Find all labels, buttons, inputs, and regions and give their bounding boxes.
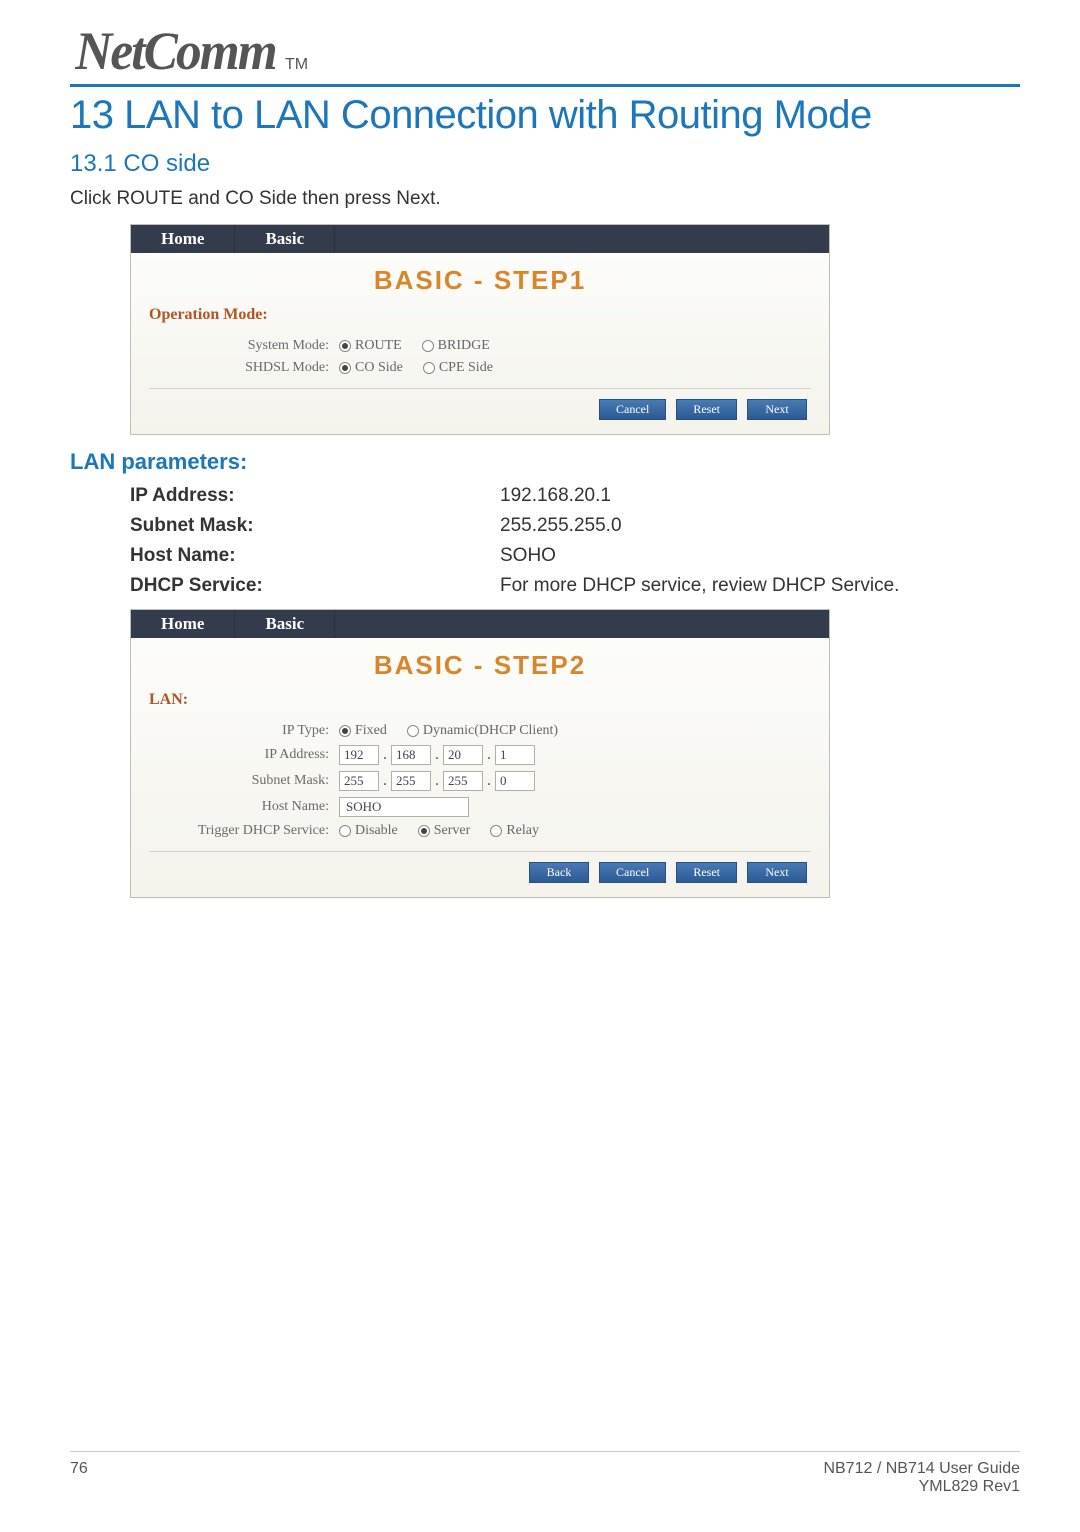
radio-bridge[interactable]: BRIDGE: [422, 338, 490, 354]
host-name-label: Host Name:: [149, 799, 339, 815]
screenshot-step2: Home Basic BASIC - STEP2 LAN: IP Type: F…: [130, 609, 1020, 898]
param-row: Subnet Mask: 255.255.255.0: [130, 515, 1020, 537]
reset-button[interactable]: Reset: [676, 862, 737, 883]
radio-fixed[interactable]: Fixed: [339, 723, 387, 739]
radio-cpe-side[interactable]: CPE Side: [423, 360, 493, 376]
subnet-mask-label: Subnet Mask:: [149, 773, 339, 789]
radio-dot-icon: [339, 340, 351, 352]
radio-fixed-label: Fixed: [355, 723, 387, 739]
ip-type-label: IP Type:: [149, 723, 339, 739]
tab-basic[interactable]: Basic: [235, 225, 335, 253]
param-label: Subnet Mask:: [130, 515, 500, 537]
radio-dynamic-label: Dynamic(DHCP Client): [423, 723, 558, 739]
system-mode-label: System Mode:: [149, 338, 339, 354]
host-name-field[interactable]: [339, 797, 469, 817]
radio-dot-icon: [418, 825, 430, 837]
next-button[interactable]: Next: [747, 862, 807, 883]
ip-octet-3[interactable]: [443, 745, 483, 765]
screenshot-step1: Home Basic BASIC - STEP1 Operation Mode:…: [130, 224, 1020, 435]
param-value: SOHO: [500, 545, 556, 567]
radio-dot-icon: [490, 825, 502, 837]
dhcp-trigger-label: Trigger DHCP Service:: [149, 823, 339, 839]
ip-address-label: IP Address:: [149, 747, 339, 763]
radio-dynamic[interactable]: Dynamic(DHCP Client): [407, 723, 558, 739]
instruction-text: Click ROUTE and CO Side then press Next.: [70, 188, 1020, 210]
step2-title: BASIC - STEP2: [149, 650, 811, 681]
param-row: DHCP Service: For more DHCP service, rev…: [130, 575, 1020, 597]
page-number: 76: [70, 1460, 88, 1496]
radio-route-label: ROUTE: [355, 338, 402, 354]
radio-cpe-label: CPE Side: [439, 360, 493, 376]
radio-dot-icon: [339, 825, 351, 837]
radio-dot-icon: [423, 362, 435, 374]
radio-dot-icon: [422, 340, 434, 352]
cancel-button[interactable]: Cancel: [599, 862, 666, 883]
param-value: 255.255.255.0: [500, 515, 622, 537]
next-button[interactable]: Next: [747, 399, 807, 420]
radio-co-label: CO Side: [355, 360, 403, 376]
radio-dhcp-disable[interactable]: Disable: [339, 823, 398, 839]
brand-logo: NetComm TM: [70, 20, 1020, 82]
param-value: For more DHCP service, review DHCP Servi…: [500, 575, 899, 597]
mask-octet-3[interactable]: [443, 771, 483, 791]
param-row: Host Name: SOHO: [130, 545, 1020, 567]
brand-text: NetComm: [75, 20, 275, 82]
cancel-button[interactable]: Cancel: [599, 399, 666, 420]
divider: [70, 84, 1020, 87]
revision: YML829 Rev1: [823, 1478, 1020, 1496]
mask-octet-4[interactable]: [495, 771, 535, 791]
lan-parameters-heading: LAN parameters:: [70, 449, 1020, 475]
chapter-title: 13 LAN to LAN Connection with Routing Mo…: [70, 93, 1020, 138]
radio-relay-label: Relay: [506, 823, 539, 839]
radio-disable-label: Disable: [355, 823, 398, 839]
radio-co-side[interactable]: CO Side: [339, 360, 403, 376]
param-value: 192.168.20.1: [500, 485, 611, 507]
ip-octet-4[interactable]: [495, 745, 535, 765]
radio-dot-icon: [407, 725, 419, 737]
reset-button[interactable]: Reset: [676, 399, 737, 420]
param-label: IP Address:: [130, 485, 500, 507]
step1-title: BASIC - STEP1: [149, 265, 811, 296]
mask-octet-2[interactable]: [391, 771, 431, 791]
param-label: DHCP Service:: [130, 575, 500, 597]
tab-basic[interactable]: Basic: [235, 610, 335, 638]
param-label: Host Name:: [130, 545, 500, 567]
tab-home[interactable]: Home: [131, 610, 235, 638]
mask-octet-1[interactable]: [339, 771, 379, 791]
ip-octet-1[interactable]: [339, 745, 379, 765]
back-button[interactable]: Back: [529, 862, 589, 883]
radio-dhcp-relay[interactable]: Relay: [490, 823, 539, 839]
operation-mode-label: Operation Mode:: [149, 306, 811, 324]
lan-parameters-block: IP Address: 192.168.20.1 Subnet Mask: 25…: [130, 485, 1020, 597]
trademark: TM: [285, 56, 308, 74]
lan-label: LAN:: [149, 691, 811, 709]
tab-home[interactable]: Home: [131, 225, 235, 253]
guide-title: NB712 / NB714 User Guide: [823, 1460, 1020, 1478]
ip-octet-2[interactable]: [391, 745, 431, 765]
radio-dot-icon: [339, 362, 351, 374]
radio-dhcp-server[interactable]: Server: [418, 823, 471, 839]
page-footer: 76 NB712 / NB714 User Guide YML829 Rev1: [70, 1451, 1020, 1496]
radio-bridge-label: BRIDGE: [438, 338, 490, 354]
radio-dot-icon: [339, 725, 351, 737]
section-title: 13.1 CO side: [70, 150, 1020, 178]
radio-server-label: Server: [434, 823, 471, 839]
shdsl-mode-label: SHDSL Mode:: [149, 360, 339, 376]
param-row: IP Address: 192.168.20.1: [130, 485, 1020, 507]
radio-route[interactable]: ROUTE: [339, 338, 402, 354]
